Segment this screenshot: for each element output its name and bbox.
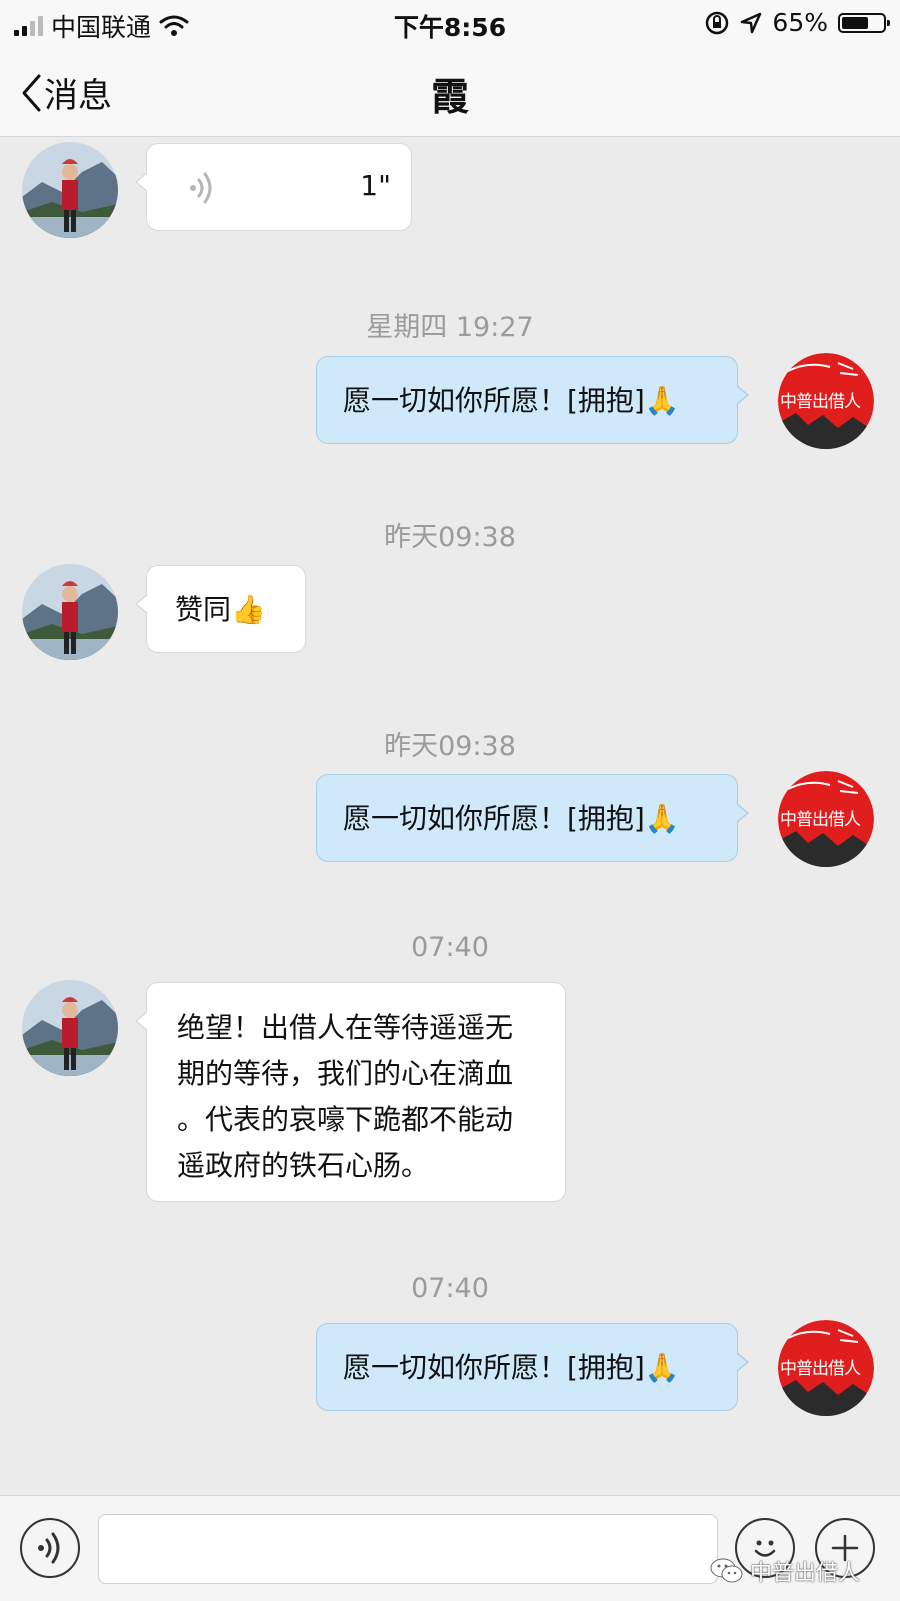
message-text: 愿一切如你所愿！[拥抱]🙏 (343, 384, 680, 417)
message-line: 期的等待，我们的心在滴血 (177, 1057, 514, 1090)
status-bar: 中国联通 下午8:56 65% (0, 0, 900, 46)
message-line: 。代表的哀嚎下跪都不能动 (177, 1103, 514, 1136)
outgoing-message-bubble[interactable]: 愿一切如你所愿！[拥抱]🙏 (316, 774, 749, 862)
wechat-icon (710, 1558, 743, 1583)
voice-wave-icon (190, 172, 212, 204)
voice-toggle-icon (38, 1532, 60, 1564)
timestamp: 07:40 (411, 1273, 489, 1304)
timestamp: 07:40 (411, 932, 489, 963)
battery-level (842, 16, 868, 29)
nav-bar: 消息 霞 (0, 46, 900, 137)
timestamp: 昨天09:38 (384, 522, 516, 553)
voice-message-bubble[interactable]: 1" (135, 143, 412, 231)
my-avatar[interactable]: 中普出借人 (778, 771, 874, 867)
voice-toggle-button[interactable] (20, 1518, 80, 1578)
message-line: 绝望！出借人在等待遥遥无 (177, 1011, 514, 1044)
message-text: 愿一切如你所愿！[拥抱]🙏 (343, 802, 680, 835)
avatar-logo-text: 中普出借人 (780, 810, 861, 830)
chat-title: 霞 (430, 75, 469, 119)
rotation-lock-icon (706, 11, 729, 34)
message-text: 赞同👍 (175, 593, 266, 626)
message-text: 愿一切如你所愿！[拥抱]🙏 (343, 1351, 680, 1384)
message-input[interactable] (98, 1514, 718, 1584)
timestamp: 星期四 19:27 (366, 312, 534, 343)
avatar-logo-text: 中普出借人 (780, 392, 861, 412)
avatar-logo-text: 中普出借人 (780, 1359, 861, 1379)
contact-avatar[interactable] (22, 980, 118, 1076)
contact-avatar[interactable] (22, 142, 118, 238)
message-line: 遥政府的铁石心肠。 (177, 1149, 430, 1182)
voice-duration: 1" (360, 169, 391, 202)
outgoing-message-bubble[interactable]: 愿一切如你所愿！[拥抱]🙏 (316, 356, 749, 444)
incoming-message-bubble[interactable]: 绝望！出借人在等待遥遥无 期的等待，我们的心在滴血 。代表的哀嚎下跪都不能动 遥… (135, 982, 566, 1202)
outgoing-message-bubble[interactable]: 愿一切如你所愿！[拥抱]🙏 (316, 1323, 749, 1411)
watermark: 中普出借人 (710, 1555, 860, 1587)
my-avatar[interactable]: 中普出借人 (778, 353, 874, 449)
watermark-text: 中普出借人 (750, 1561, 861, 1586)
status-right: 65% (704, 8, 890, 37)
incoming-message-bubble[interactable]: 赞同👍 (135, 565, 306, 653)
battery-icon (838, 12, 890, 33)
location-arrow-icon (741, 12, 762, 33)
battery-percent: 65% (772, 8, 828, 37)
contact-avatar[interactable] (22, 564, 118, 660)
chat-area[interactable]: 1" 星期四 19:27 愿一切如你所愿！[拥抱]🙏 中普出借人 昨天09:38… (0, 137, 900, 1495)
timestamp: 昨天09:38 (384, 731, 516, 762)
my-avatar[interactable]: 中普出借人 (778, 1320, 874, 1416)
